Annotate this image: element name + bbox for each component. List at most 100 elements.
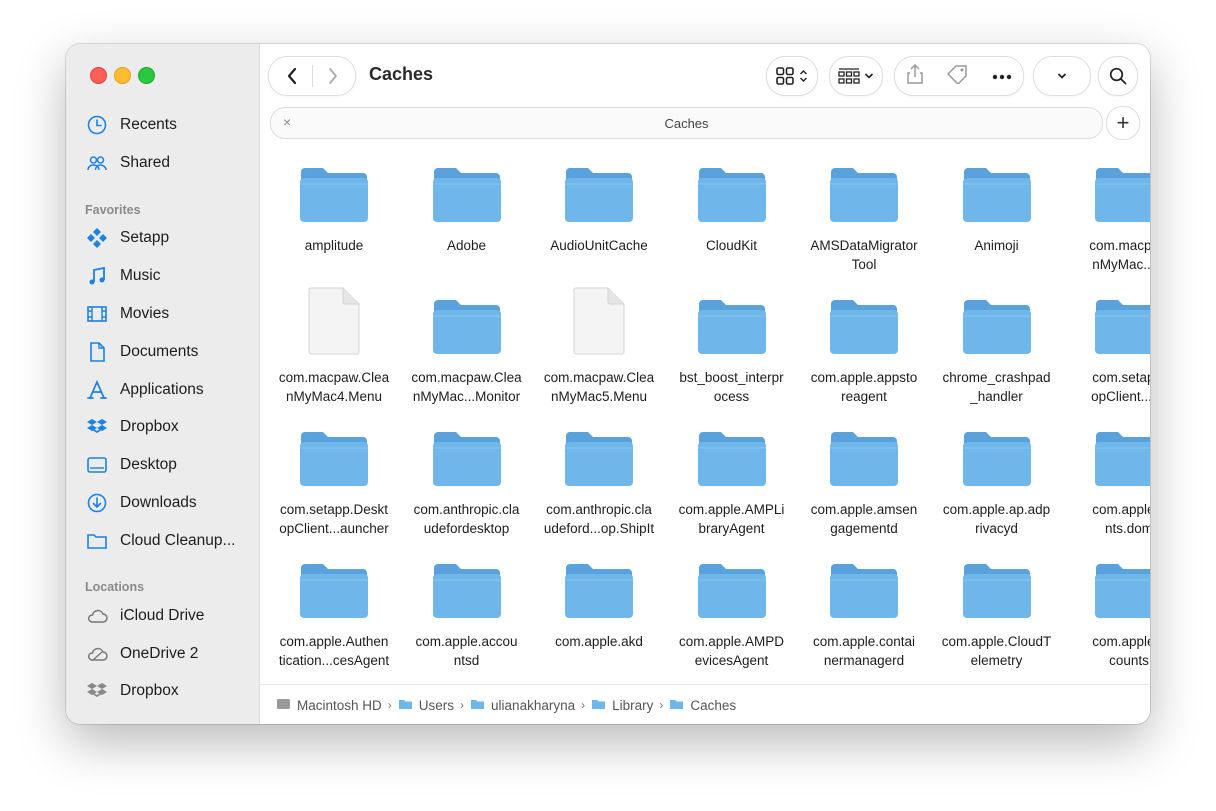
- folder-icon: [591, 698, 612, 713]
- sidebar-item-onedrive[interactable]: OneDrive 2: [84, 639, 254, 669]
- sidebar-item-shared[interactable]: Shared: [84, 148, 254, 178]
- minimize-window-button[interactable]: [114, 67, 131, 84]
- item-name: com.setapp.Deskt opClient...auncher: [279, 502, 389, 536]
- path-separator-icon: ›: [581, 698, 586, 712]
- music-note-icon: [84, 265, 110, 287]
- share-button[interactable]: [906, 63, 924, 90]
- sidebar-item-label: Desktop: [120, 456, 177, 473]
- sidebar-item-desktop[interactable]: Desktop: [84, 450, 254, 480]
- sidebar-item-dropbox-location[interactable]: Dropbox: [84, 676, 254, 706]
- folder-item[interactable]: amplitude: [268, 154, 400, 255]
- sidebar: Recents Shared Favorites Setapp Music Mo…: [66, 44, 260, 724]
- folder-item[interactable]: com.setapp.Deskt opClient...auncher: [268, 418, 400, 538]
- folder-item[interactable]: com.apple.contai nermanagerd: [798, 550, 930, 670]
- folder-item[interactable]: AMSDataMigrator Tool: [798, 154, 930, 274]
- navigation-buttons: [268, 56, 356, 96]
- sidebar-item-dropbox[interactable]: Dropbox: [84, 412, 254, 442]
- folder-icon: [1093, 550, 1150, 620]
- path-bar: Macintosh HD › Users › ulianakharyna › Library…: [260, 684, 1150, 724]
- path-segment[interactable]: Users: [398, 698, 454, 713]
- applications-icon: [84, 379, 110, 401]
- folder-item[interactable]: com.apple.amsen gagementd: [798, 418, 930, 538]
- folder-item[interactable]: CloudKit: [666, 154, 798, 255]
- search-tab-bar[interactable]: × Caches: [270, 107, 1103, 139]
- sidebar-item-downloads[interactable]: Downloads: [84, 488, 254, 518]
- locations-header: Locations: [85, 580, 145, 594]
- folder-item[interactable]: com.setapp.opClient...pp: [1063, 286, 1150, 406]
- folder-item[interactable]: com.apple.Authen tication...cesAgent: [268, 550, 400, 670]
- sidebar-item-movies[interactable]: Movies: [84, 299, 254, 329]
- more-button[interactable]: [992, 67, 1012, 85]
- folder-item[interactable]: com.apple.ants.dom: [1063, 418, 1150, 538]
- sidebar-item-cloud-cleanup[interactable]: Cloud Cleanup...: [84, 526, 254, 556]
- folder-item[interactable]: com.macpaw.Clea nMyMac...Monitor: [401, 286, 533, 406]
- download-icon: [84, 492, 110, 514]
- toolbar: Caches: [260, 44, 1150, 104]
- folder-item[interactable]: com.anthropic.cla udefordesktop: [401, 418, 533, 538]
- folder-icon: [828, 550, 900, 620]
- folder-item[interactable]: com.apple.CloudT elemetry: [931, 550, 1063, 670]
- folder-item[interactable]: com.apple.acounts: [1063, 550, 1150, 670]
- folder-item[interactable]: com.apple.appsto reagent: [798, 286, 930, 406]
- folder-icon: [470, 698, 491, 713]
- sidebar-item-label: Movies: [120, 305, 170, 322]
- folder-item[interactable]: bst_boost_interpr ocess: [666, 286, 798, 406]
- folder-item[interactable]: chrome_crashpad _handler: [931, 286, 1063, 406]
- sidebar-item-label: Dropbox: [120, 682, 179, 699]
- path-segment[interactable]: Macintosh HD: [276, 698, 382, 713]
- item-name: chrome_crashpad _handler: [942, 370, 1051, 404]
- icon-view-icon: [776, 67, 794, 85]
- sidebar-item-icloud-drive[interactable]: iCloud Drive: [84, 601, 254, 631]
- path-separator-icon: ›: [387, 698, 392, 712]
- folder-item[interactable]: Animoji: [931, 154, 1063, 255]
- document-icon: [571, 286, 627, 356]
- folder-icon: [1093, 286, 1150, 356]
- back-button[interactable]: [272, 61, 312, 91]
- folder-icon: [1093, 154, 1150, 224]
- search-button[interactable]: [1098, 56, 1138, 96]
- options-dropdown[interactable]: [1033, 56, 1091, 96]
- sidebar-item-recents[interactable]: Recents: [84, 110, 254, 140]
- group-button[interactable]: [829, 56, 883, 96]
- folder-icon: [84, 530, 110, 552]
- sidebar-item-label: Recents: [120, 116, 177, 133]
- path-segment[interactable]: Caches: [669, 698, 736, 713]
- search-icon: [1109, 67, 1127, 85]
- close-window-button[interactable]: [90, 67, 107, 84]
- file-item[interactable]: com.macpaw.Clea nMyMac5.Menu: [533, 286, 665, 406]
- item-name: CloudKit: [705, 238, 758, 253]
- folder-icon: [696, 154, 768, 224]
- zoom-window-button[interactable]: [138, 67, 155, 84]
- folder-item[interactable]: com.apple.akd: [533, 550, 665, 651]
- sidebar-item-label: Cloud Cleanup...: [120, 532, 236, 549]
- folder-item[interactable]: com.apple.accou ntsd: [401, 550, 533, 670]
- sidebar-item-music[interactable]: Music: [84, 261, 254, 291]
- onedrive-icon: [84, 643, 110, 665]
- sidebar-item-documents[interactable]: Documents: [84, 337, 254, 367]
- sidebar-item-label: Music: [120, 267, 161, 284]
- new-tab-button[interactable]: +: [1106, 106, 1140, 140]
- sidebar-item-applications[interactable]: Applications: [84, 375, 254, 405]
- item-name: com.apple.appsto reagent: [810, 370, 918, 404]
- forward-button[interactable]: [313, 61, 353, 91]
- item-name: com.anthropic.cla udefordesktop: [413, 502, 520, 536]
- folder-item[interactable]: Adobe: [401, 154, 533, 255]
- folder-item[interactable]: com.anthropic.cla udeford...op.ShipIt: [533, 418, 665, 538]
- file-item[interactable]: com.macpaw.Clea nMyMac4.Menu: [268, 286, 400, 406]
- folder-item[interactable]: AudioUnitCache: [533, 154, 665, 255]
- tag-button[interactable]: [946, 64, 970, 89]
- folder-item[interactable]: com.macpawnMyMac...M: [1063, 154, 1150, 274]
- sidebar-item-setapp[interactable]: Setapp: [84, 223, 254, 253]
- path-segment[interactable]: Library: [591, 698, 653, 713]
- view-mode-button[interactable]: [766, 56, 818, 96]
- folder-item[interactable]: com.apple.AMPD evicesAgent: [666, 550, 798, 670]
- folder-item[interactable]: com.apple.ap.adp rivacyd: [931, 418, 1063, 538]
- folder-item[interactable]: com.apple.AMPLi braryAgent: [666, 418, 798, 538]
- folder-icon: [961, 418, 1033, 488]
- folder-icon: [961, 550, 1033, 620]
- path-segment[interactable]: ulianakharyna: [470, 698, 575, 713]
- folder-icon: [961, 286, 1033, 356]
- path-separator-icon: ›: [460, 698, 465, 712]
- folder-icon: [961, 154, 1033, 224]
- item-name: com.apple.AMPD evicesAgent: [678, 634, 785, 668]
